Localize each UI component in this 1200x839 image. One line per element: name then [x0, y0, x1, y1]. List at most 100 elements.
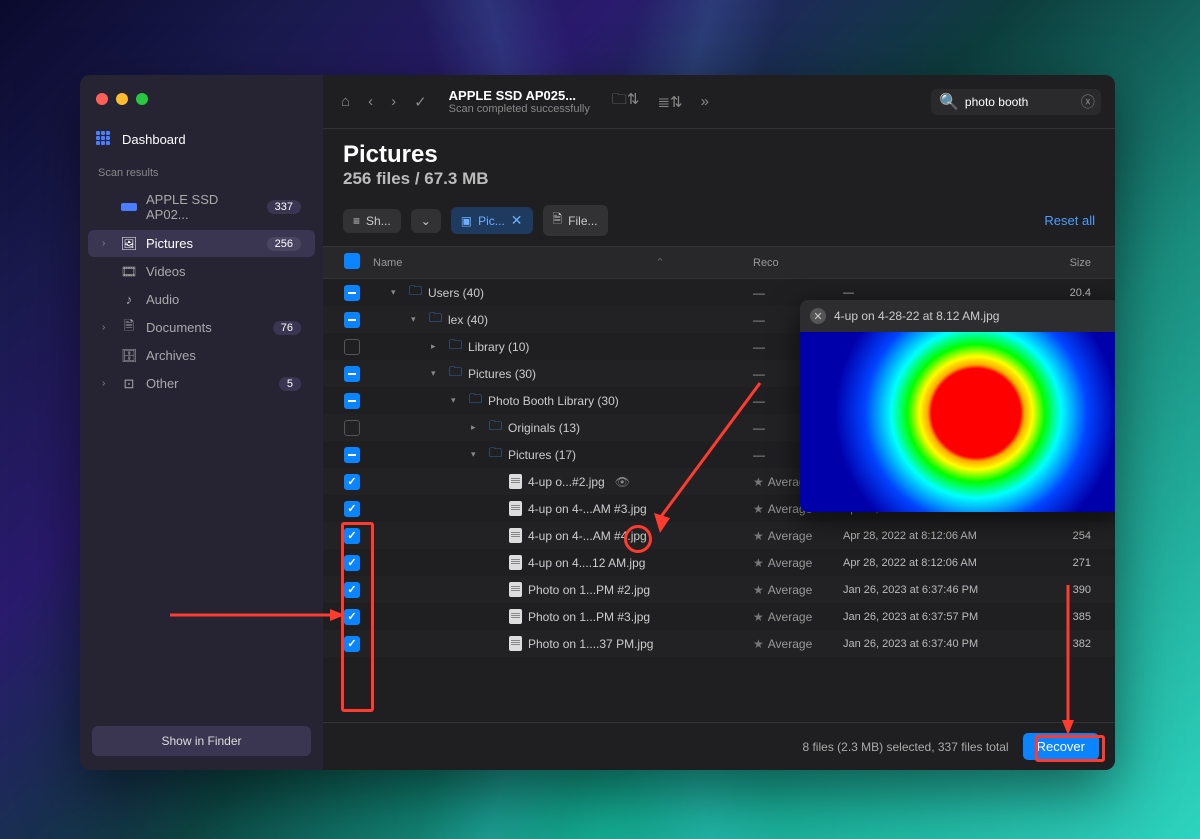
file-icon — [509, 501, 522, 516]
home-icon[interactable]: ⌂ — [337, 89, 354, 114]
file-row[interactable]: Photo on 1...PM #2.jpg ★ Average Jan 26,… — [323, 576, 1115, 603]
header-checkbox[interactable] — [335, 253, 369, 272]
audio-icon: ♪ — [120, 293, 138, 307]
content-header: Pictures 256 files / 67.3 MB — [323, 129, 1115, 195]
show-filter-chip[interactable]: ≡Sh... — [343, 209, 401, 233]
documents-icon: 🗎 — [120, 321, 138, 335]
drive-icon — [120, 200, 138, 214]
file-icon — [509, 474, 522, 489]
status-check-icon: ✓ — [410, 89, 431, 115]
sidebar-disk[interactable]: APPLE SSD AP02... 337 — [88, 186, 315, 228]
row-checkbox[interactable] — [335, 285, 369, 301]
archives-icon: 🗄 — [120, 349, 138, 363]
file-icon: 🗎 — [553, 210, 563, 231]
sidebar-item-archives[interactable]: 🗄 Archives — [88, 342, 315, 369]
table-header: Name ⌃ Reco Size — [323, 246, 1115, 279]
sidebar-item-audio[interactable]: ♪ Audio — [88, 286, 315, 313]
column-size[interactable]: Size — [1053, 257, 1103, 269]
row-checkbox[interactable] — [335, 501, 369, 517]
grid-icon — [96, 131, 112, 147]
row-checkbox[interactable] — [335, 555, 369, 571]
sidebar: Dashboard Scan results APPLE SSD AP02...… — [80, 75, 323, 770]
sidebar-item-pictures[interactable]: › 🖼 Pictures 256 — [88, 230, 315, 257]
folder-icon: 🗀 — [469, 390, 482, 412]
folder-icon: 🗀 — [489, 444, 502, 466]
preview-popup: ✕ 4-up on 4-28-22 at 8.12 AM.jpg — [800, 300, 1115, 512]
star-icon: ★ — [753, 556, 764, 570]
window-controls — [80, 85, 323, 113]
file-row[interactable]: 4-up on 4....12 AM.jpg ★ Average Apr 28,… — [323, 549, 1115, 576]
back-icon[interactable]: ‹ — [364, 89, 377, 114]
clear-search-icon[interactable]: ⓧ — [1081, 92, 1095, 112]
filter-bar: ≡Sh... ⌄ ▣Pic...✕ 🗎File... Reset all — [323, 195, 1115, 246]
recover-button[interactable]: Recover — [1023, 733, 1099, 760]
star-icon: ★ — [753, 583, 764, 597]
pictures-icon: 🖼 — [120, 237, 138, 251]
search-icon: 🔍 — [939, 92, 959, 112]
row-checkbox[interactable] — [335, 636, 369, 652]
sidebar-item-other[interactable]: › ⊡ Other 5 — [88, 370, 315, 397]
dashboard-button[interactable]: Dashboard — [96, 131, 307, 147]
annotation-arrow-left — [170, 605, 350, 625]
folder-icon: 🗀 — [449, 336, 462, 358]
folder-icon: 🗀 — [409, 282, 422, 304]
file-icon — [509, 636, 522, 651]
chevron-down-icon: ⌄ — [421, 214, 431, 228]
column-recovery[interactable]: Reco — [753, 257, 843, 269]
file-filter-chip[interactable]: 🗎File... — [543, 205, 608, 236]
image-icon: ▣ — [461, 214, 472, 228]
folder-icon: 🗀 — [489, 417, 502, 439]
page-subtitle: 256 files / 67.3 MB — [343, 169, 1095, 189]
row-checkbox[interactable] — [335, 582, 369, 598]
other-icon: ⊡ — [120, 377, 138, 391]
more-icon[interactable]: » — [697, 89, 713, 114]
file-icon — [509, 609, 522, 624]
folder-icon: 🗀 — [449, 363, 462, 385]
row-checkbox[interactable] — [335, 312, 369, 328]
file-icon — [509, 528, 522, 543]
row-checkbox[interactable] — [335, 339, 369, 355]
annotation-arrow-down — [1058, 585, 1078, 735]
selection-status: 8 files (2.3 MB) selected, 337 files tot… — [802, 740, 1008, 754]
app-window: Dashboard Scan results APPLE SSD AP02...… — [80, 75, 1115, 770]
toolbar-title: APPLE SSD AP025... Scan completed succes… — [449, 88, 590, 115]
filter-dropdown-chip[interactable]: ⌄ — [411, 209, 441, 233]
show-in-finder-button[interactable]: Show in Finder — [92, 726, 311, 756]
file-row[interactable]: Photo on 1....37 PM.jpg ★ Average Jan 26… — [323, 630, 1115, 657]
row-checkbox[interactable] — [335, 447, 369, 463]
maximize-icon[interactable] — [136, 93, 148, 105]
folder-updown-icon[interactable]: 🗀⇅ — [608, 85, 644, 118]
remove-filter-icon[interactable]: ✕ — [511, 212, 523, 229]
row-checkbox[interactable] — [335, 393, 369, 409]
close-preview-icon[interactable]: ✕ — [810, 308, 826, 324]
forward-icon[interactable]: › — [387, 89, 400, 114]
search-input[interactable] — [965, 95, 1075, 109]
sidebar-item-documents[interactable]: › 🗎 Documents 76 — [88, 314, 315, 341]
row-checkbox[interactable] — [335, 366, 369, 382]
folder-icon: 🗀 — [429, 309, 442, 331]
row-checkbox[interactable] — [335, 420, 369, 436]
preview-eye-icon[interactable]: 👁 — [615, 475, 630, 489]
toolbar: ⌂ ‹ › ✓ APPLE SSD AP025... Scan complete… — [323, 75, 1115, 129]
preview-image — [800, 332, 1115, 512]
sliders-icon: ≡ — [353, 214, 360, 228]
list-view-icon[interactable]: ≣⇅ — [653, 89, 686, 115]
column-name[interactable]: Name ⌃ — [369, 256, 753, 269]
file-row[interactable]: Photo on 1...PM #3.jpg ★ Average Jan 26,… — [323, 603, 1115, 630]
videos-icon: 🎞 — [120, 265, 138, 279]
row-checkbox[interactable] — [335, 528, 369, 544]
close-icon[interactable] — [96, 93, 108, 105]
row-checkbox[interactable] — [335, 474, 369, 490]
reset-filters-button[interactable]: Reset all — [1044, 213, 1095, 228]
sidebar-item-videos[interactable]: 🎞 Videos — [88, 258, 315, 285]
sort-icon: ⌃ — [655, 257, 664, 269]
footer-bar: 8 files (2.3 MB) selected, 337 files tot… — [323, 722, 1115, 770]
pictures-filter-chip[interactable]: ▣Pic...✕ — [451, 207, 533, 234]
file-icon — [509, 555, 522, 570]
star-icon: ★ — [753, 637, 764, 651]
preview-title: 4-up on 4-28-22 at 8.12 AM.jpg — [834, 309, 999, 323]
minimize-icon[interactable] — [116, 93, 128, 105]
search-field[interactable]: 🔍 ⓧ — [931, 89, 1101, 115]
star-icon: ★ — [753, 610, 764, 624]
dashboard-label: Dashboard — [122, 132, 186, 147]
